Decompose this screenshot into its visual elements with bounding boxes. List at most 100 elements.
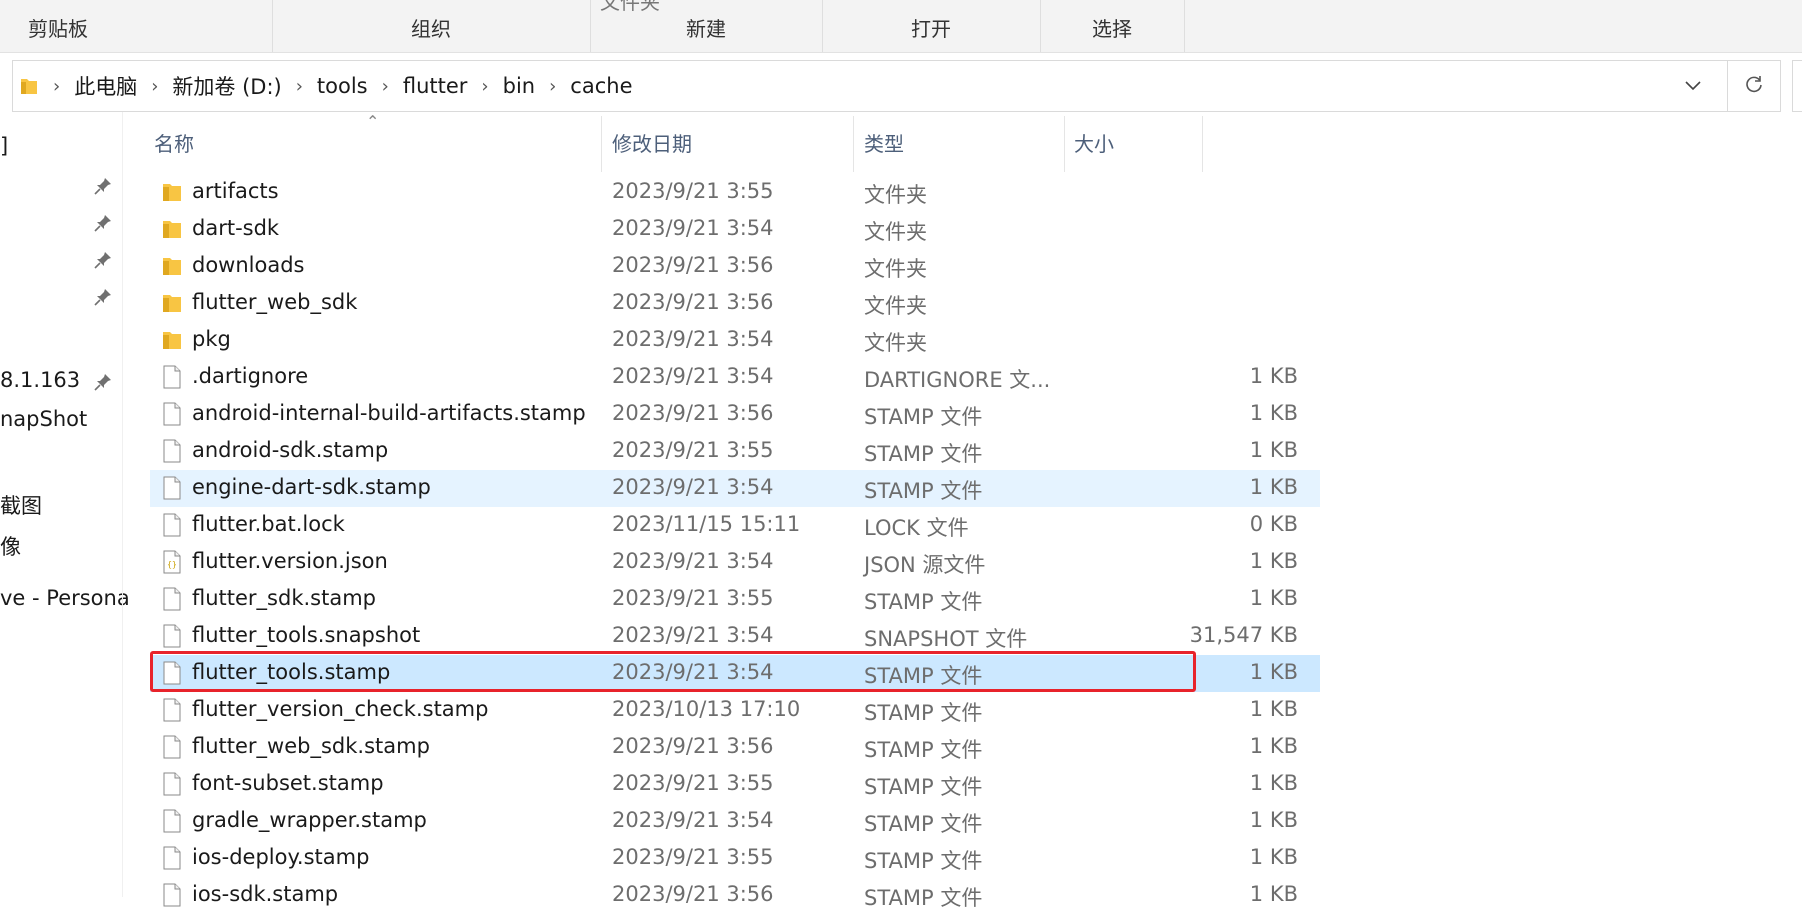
file-date: 2023/9/21 3:56	[612, 253, 774, 277]
column-separator[interactable]	[1064, 116, 1065, 172]
file-size: 1 KB	[1249, 438, 1298, 462]
file-row[interactable]: flutter_web_sdk 2023/9/21 3:56 文件夹	[150, 285, 1320, 322]
file-row[interactable]: engine-dart-sdk.stamp 2023/9/21 3:54 STAMP…	[150, 470, 1320, 507]
file-row[interactable]: ios-sdk.stamp 2023/9/21 3:56 STAMP 文件 1 KB	[150, 877, 1320, 914]
file-row[interactable]: android-sdk.stamp 2023/9/21 3:55 STAMP 文件 1…	[150, 433, 1320, 470]
file-date: 2023/9/21 3:54	[612, 364, 774, 388]
file-date: 2023/9/21 3:56	[612, 290, 774, 314]
file-name: flutter.version.json	[192, 549, 388, 573]
file-row[interactable]: flutter_version_check.stamp 2023/10/13 17…	[150, 692, 1320, 729]
file-name: flutter_tools.snapshot	[192, 623, 421, 647]
chevron-right-icon[interactable]: ›	[296, 76, 303, 97]
file-date: 2023/9/21 3:54	[612, 808, 774, 832]
file-row[interactable]: dart-sdk 2023/9/21 3:54 文件夹	[150, 211, 1320, 248]
file-icon	[162, 661, 182, 685]
file-icon	[162, 402, 182, 426]
breadcrumb-bin[interactable]: bin	[503, 74, 535, 98]
file-row[interactable]: flutter.bat.lock 2023/11/15 15:11 LOCK 文件 0…	[150, 507, 1320, 544]
column-header-date[interactable]: 修改日期	[612, 112, 842, 172]
file-type: 文件夹	[864, 183, 927, 207]
file-row[interactable]: flutter_sdk.stamp 2023/9/21 3:55 STAMP 文件 1…	[150, 581, 1320, 618]
file-row[interactable]: artifacts 2023/9/21 3:55 文件夹	[150, 174, 1320, 211]
breadcrumb: › 此电脑 › 新加卷 (D:) › tools › flutter › bin…	[13, 61, 633, 111]
file-row[interactable]: flutter_tools.snapshot 2023/9/21 3:54 SNAP…	[150, 618, 1320, 655]
breadcrumb-this-pc[interactable]: 此电脑	[74, 71, 137, 101]
column-header-label: 名称	[154, 131, 194, 156]
breadcrumb-tools[interactable]: tools	[317, 74, 368, 98]
pin-icon[interactable]	[92, 286, 114, 308]
file-name: flutter_sdk.stamp	[192, 586, 376, 610]
file-name: downloads	[192, 253, 305, 277]
file-row[interactable]: flutter_tools.stamp 2023/9/21 3:54 STAMP 文…	[150, 655, 1320, 692]
file-name: dart-sdk	[192, 216, 280, 240]
breadcrumb-drive[interactable]: 新加卷 (D:)	[172, 71, 281, 101]
chevron-down-icon[interactable]	[1681, 74, 1705, 98]
chevron-right-icon[interactable]: ›	[481, 76, 488, 97]
breadcrumb-cache[interactable]: cache	[570, 74, 632, 98]
file-row[interactable]: gradle_wrapper.stamp 2023/9/21 3:54 STAMP …	[150, 803, 1320, 840]
file-name: android-internal-build-artifacts.stamp	[192, 401, 586, 425]
folder-icon	[19, 76, 39, 96]
column-header-name[interactable]: 名称	[154, 112, 594, 172]
file-row[interactable]: font-subset.stamp 2023/9/21 3:55 STAMP 文件 1…	[150, 766, 1320, 803]
file-type: DARTIGNORE 文...	[864, 368, 1051, 392]
file-name: pkg	[192, 327, 231, 351]
address-bar[interactable]: › 此电脑 › 新加卷 (D:) › tools › flutter › bin…	[12, 60, 1728, 112]
nav-item[interactable]: ]	[0, 134, 8, 158]
ribbon-group-clipboard[interactable]: 剪贴板	[0, 0, 273, 52]
file-icon	[162, 735, 182, 759]
file-row[interactable]: downloads 2023/9/21 3:56 文件夹	[150, 248, 1320, 285]
ribbon: 剪贴板 组织 文件夹 新建 打开 选择	[0, 0, 1802, 53]
pin-icon[interactable]	[92, 175, 114, 197]
chevron-right-icon[interactable]: ›	[53, 76, 60, 97]
file-name: engine-dart-sdk.stamp	[192, 475, 431, 499]
nav-item[interactable]: napShot	[0, 407, 87, 431]
file-row[interactable]: ios-deploy.stamp 2023/9/21 3:55 STAMP 文件 1 …	[150, 840, 1320, 877]
chevron-right-icon[interactable]: ›	[151, 76, 158, 97]
refresh-icon	[1744, 74, 1764, 98]
file-size: 1 KB	[1249, 660, 1298, 684]
file-row[interactable]: android-internal-build-artifacts.stamp 20…	[150, 396, 1320, 433]
column-separator[interactable]	[601, 116, 602, 172]
chevron-right-icon[interactable]: ›	[549, 76, 556, 97]
file-type: STAMP 文件	[864, 479, 983, 503]
ribbon-group-organize[interactable]: 组织	[272, 0, 591, 52]
file-name: artifacts	[192, 179, 279, 203]
ribbon-group-open[interactable]: 打开	[822, 0, 1041, 52]
column-header-size[interactable]: 大小	[1074, 112, 1204, 172]
ribbon-group-new[interactable]: 文件夹 新建	[590, 0, 823, 52]
pin-icon[interactable]	[92, 371, 114, 393]
file-type: STAMP 文件	[864, 775, 983, 799]
nav-item[interactable]: 截图	[0, 490, 42, 520]
chevron-right-icon[interactable]: ›	[382, 76, 389, 97]
file-size: 1 KB	[1249, 364, 1298, 388]
refresh-button[interactable]	[1728, 60, 1781, 112]
file-row[interactable]: {} flutter.version.json 2023/9/21 3:54 JSON…	[150, 544, 1320, 581]
file-row[interactable]: flutter_web_sdk.stamp 2023/9/21 3:56 STAMP…	[150, 729, 1320, 766]
column-separator[interactable]	[853, 116, 854, 172]
file-name: flutter_tools.stamp	[192, 660, 391, 684]
nav-item[interactable]: 像	[0, 531, 21, 561]
file-type: STAMP 文件	[864, 664, 983, 688]
file-date: 2023/9/21 3:54	[612, 660, 774, 684]
file-row[interactable]: pkg 2023/9/21 3:54 文件夹	[150, 322, 1320, 359]
breadcrumb-flutter[interactable]: flutter	[403, 74, 468, 98]
file-type: 文件夹	[864, 331, 927, 355]
folder-icon	[162, 291, 182, 315]
file-row[interactable]: .dartignore 2023/9/21 3:54 DARTIGNORE 文...…	[150, 359, 1320, 396]
file-date: 2023/9/21 3:54	[612, 327, 774, 351]
column-separator[interactable]	[1202, 116, 1203, 172]
file-date: 2023/9/21 3:55	[612, 438, 774, 462]
column-header-type[interactable]: 类型	[864, 112, 1064, 172]
search-box[interactable]	[1792, 60, 1802, 112]
pin-icon[interactable]	[92, 212, 114, 234]
pane-divider[interactable]	[122, 112, 123, 897]
pin-icon[interactable]	[92, 249, 114, 271]
ribbon-group-select[interactable]: 选择	[1040, 0, 1185, 52]
file-icon	[162, 624, 182, 648]
nav-item[interactable]: ve - Persona	[0, 586, 130, 610]
nav-item[interactable]: 8.1.163	[0, 368, 80, 392]
file-icon	[162, 846, 182, 870]
navigation-pane: ] 8.1.163 napShot 截图 像 ve - Persona	[0, 112, 130, 897]
file-date: 2023/9/21 3:55	[612, 586, 774, 610]
